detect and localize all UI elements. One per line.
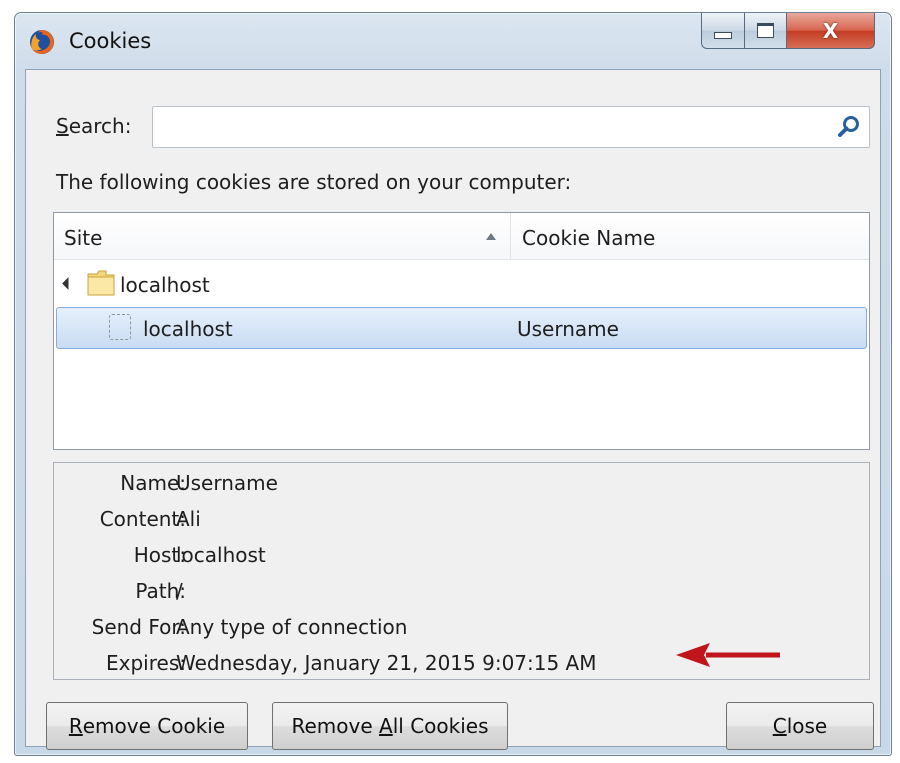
row-site: localhost [143,317,233,341]
search-icon[interactable] [837,115,861,139]
remove-all-cookies-button[interactable]: Remove All Cookies [272,702,508,750]
column-header-site[interactable]: Site [64,226,102,250]
cookie-icon [109,314,131,340]
row-cookie-name: Username [517,317,619,341]
firefox-icon [30,30,54,54]
caption-buttons: X [701,13,875,51]
minimize-icon [714,32,732,39]
sort-ascending-icon [486,233,496,240]
tree-header: Site Cookie Name [54,213,869,260]
remove-cookie-button[interactable]: Remove Cookie [46,702,248,750]
dialog-body: Search: The following cookies are stored… [25,69,881,750]
tree-row-cookie-selected[interactable]: localhost Username [56,307,867,349]
detail-value: Wednesday, January 21, 2015 9:07:15 AM [176,651,597,675]
detail-host: Host: localhost [54,543,869,579]
window-title: Cookies [69,29,152,53]
maximize-button[interactable] [745,13,787,49]
maximize-icon [757,23,774,38]
expanded-triangle-icon[interactable] [62,277,75,290]
column-divider[interactable] [510,213,511,259]
detail-path: Path: / [54,579,869,615]
column-header-cookie-name[interactable]: Cookie Name [522,226,655,250]
cookies-window: Cookies X Search: The following cookies … [14,12,892,756]
cookie-details-panel: Name: Username Content: Ali Host: localh… [53,462,870,680]
detail-label: Expires: [106,651,186,675]
detail-label: Content: [99,507,186,531]
close-button[interactable]: Close [726,702,874,750]
tree-row-folder[interactable]: localhost [56,263,867,305]
detail-value: localhost [176,543,266,567]
close-window-button[interactable]: X [787,13,875,49]
search-label: Search: [56,114,132,138]
detail-value: / [176,579,183,603]
detail-content: Content: Ali [54,507,869,543]
close-icon: X [822,18,839,43]
minimize-button[interactable] [701,13,745,49]
detail-value: Any type of connection [176,615,408,639]
cookies-intro-text: The following cookies are stored on your… [56,170,572,194]
folder-icon [87,270,115,296]
detail-label: Send For: [91,615,186,639]
title-bar[interactable]: Cookies X [15,13,891,69]
cookie-tree[interactable]: Site Cookie Name localhost localhost Use… [53,212,870,450]
detail-name: Name: Username [54,471,869,507]
red-arrow-annotation-icon [676,643,780,667]
detail-value: Username [176,471,278,495]
row-site: localhost [120,273,210,297]
search-input[interactable] [152,106,870,148]
detail-value: Ali [176,507,201,531]
